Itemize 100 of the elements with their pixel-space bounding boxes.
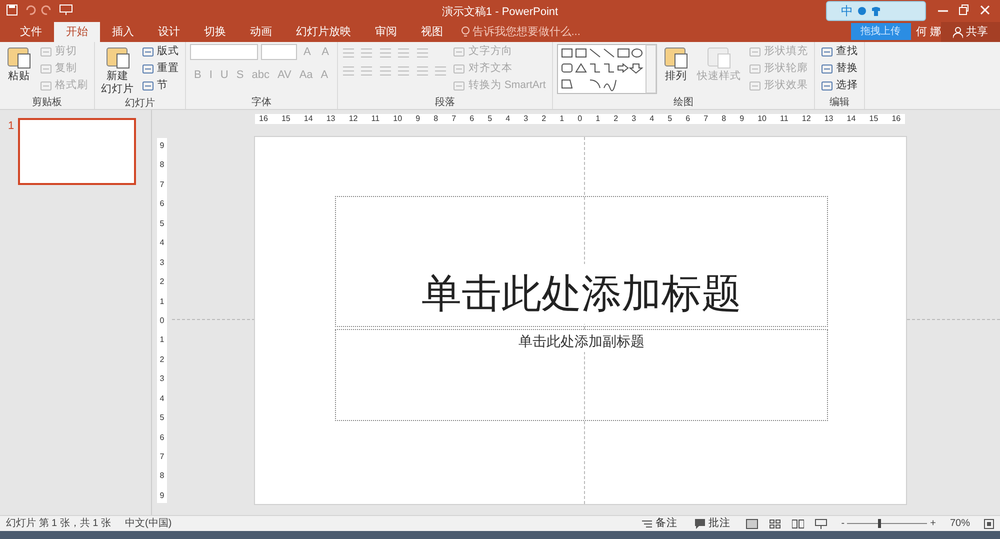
slide-thumbnail[interactable] [18, 118, 136, 185]
ruler-number: 4 [160, 394, 164, 403]
paragraph-icon[interactable] [360, 47, 374, 59]
ruler-number: 5 [488, 114, 492, 124]
notes-icon [642, 518, 652, 528]
ruler-number: 2 [542, 114, 546, 124]
ruler-number: 12 [802, 114, 811, 124]
ribbon-tab[interactable]: 审阅 [363, 22, 409, 42]
paragraph-icon[interactable] [378, 47, 392, 59]
group-label: 字体 [250, 96, 272, 109]
zoom-slider-thumb[interactable] [878, 519, 882, 528]
command-icon [820, 46, 833, 58]
title-placeholder[interactable]: 单击此处添加标题 [335, 196, 828, 327]
subtitle-placeholder[interactable]: 单击此处添加副标题 [335, 329, 828, 421]
command-icon [820, 80, 833, 92]
reading-view-icon[interactable] [792, 518, 804, 528]
ribbon-button[interactable]: 节 [140, 78, 181, 94]
ribbon-tab[interactable]: 视图 [409, 22, 455, 42]
ruler-number: 13 [824, 114, 834, 124]
person-icon [953, 26, 964, 38]
ruler-number: 1 [560, 114, 564, 124]
ruler-number: 6 [470, 114, 474, 124]
ruler-number: 16 [259, 114, 268, 124]
paragraph-icon[interactable] [378, 65, 392, 77]
font-size-field[interactable] [260, 44, 297, 60]
notes-button[interactable]: 备注 [640, 516, 680, 532]
ribbon-tab[interactable]: 幻灯片放映 [284, 22, 363, 42]
zoom-out-button[interactable]: - [841, 516, 845, 531]
paragraph-icon[interactable] [360, 65, 374, 77]
ruler-number: 8 [160, 160, 164, 170]
slide-sorter-icon[interactable] [769, 518, 782, 528]
ribbon-tab[interactable]: 动画 [238, 22, 284, 42]
ruler-number: 13 [326, 114, 336, 124]
paragraph-icon[interactable] [434, 65, 448, 77]
tell-me-field[interactable]: 告诉我您想要做什么... [460, 24, 580, 42]
comments-button[interactable]: 批注 [693, 516, 732, 532]
ribbon-button[interactable]: 重置 [140, 61, 181, 77]
group-label: 剪贴板 [31, 96, 63, 109]
shapes-gallery[interactable] [556, 44, 657, 94]
ruler-number: 1 [596, 114, 600, 124]
command-icon [453, 46, 466, 58]
ruler-number: 7 [704, 114, 708, 124]
ruler-number: 0 [578, 114, 582, 124]
close-icon[interactable] [980, 4, 990, 16]
zoom-level[interactable]: 70% [950, 516, 970, 531]
ruler-number: 16 [892, 114, 901, 124]
redo-icon[interactable] [41, 4, 53, 16]
restore-icon[interactable] [959, 4, 969, 16]
ribbon-tab[interactable]: 切换 [192, 22, 238, 42]
ruler-number: 3 [160, 258, 164, 267]
group-label: 绘图 [672, 96, 694, 109]
shirt-icon [871, 6, 881, 16]
ruler-number: 7 [160, 180, 164, 189]
zoom-in-button[interactable]: + [930, 516, 936, 531]
ribbon-tab[interactable]: 开始 [54, 22, 100, 42]
command-icon [748, 80, 761, 92]
ruler-number: 3 [632, 114, 636, 124]
ruler-number: 8 [160, 471, 164, 480]
paragraph-icon[interactable] [397, 47, 410, 59]
ruler-number: 15 [281, 114, 290, 124]
ribbon-button[interactable]: 新建 幻灯片 [99, 44, 136, 96]
ribbon-button[interactable]: 替换 [818, 61, 860, 77]
ribbon-button[interactable]: 选择 [818, 78, 860, 94]
comment-icon [695, 518, 706, 528]
slide-counter: 幻灯片 第 1 张，共 1 张 [6, 516, 112, 531]
paragraph-icon[interactable] [416, 65, 429, 77]
ime-toolbar[interactable]: 中 [826, 1, 926, 21]
ime-mode: 中 [841, 3, 853, 20]
ribbon-tab[interactable]: 文件 [8, 22, 54, 42]
slideshow-icon[interactable] [58, 4, 72, 16]
undo-icon[interactable] [24, 4, 36, 16]
ruler-number: 9 [740, 114, 744, 124]
upload-button[interactable]: 拖拽上传 [850, 23, 911, 40]
ruler-number: 6 [160, 199, 164, 208]
ribbon-button[interactable]: 排列 [660, 44, 691, 95]
normal-view-icon[interactable] [746, 518, 758, 528]
ruler-number: 0 [160, 316, 164, 325]
ruler-number: 8 [434, 114, 438, 124]
language-indicator[interactable]: 中文(中国) [125, 516, 172, 531]
ruler-number: 12 [348, 114, 358, 124]
ruler-number: 10 [758, 114, 766, 124]
group-label: 编辑 [828, 96, 850, 109]
ribbon-button[interactable]: 粘贴 [4, 44, 34, 95]
ruler-number: 5 [668, 114, 672, 124]
ribbon-button[interactable]: 查找 [818, 44, 860, 60]
slide-number: 1 [8, 119, 14, 134]
ribbon-tab[interactable]: 插入 [100, 22, 146, 42]
fit-slide-icon[interactable] [984, 518, 994, 528]
ruler-number: 11 [371, 114, 380, 124]
ribbon-tab[interactable]: 设计 [146, 22, 192, 42]
ribbon-button[interactable]: 版式 [140, 44, 181, 60]
command-icon [748, 46, 761, 58]
command-icon [748, 63, 761, 75]
share-button[interactable]: 共享 [941, 22, 1000, 42]
user-name[interactable]: 何 娜 [916, 24, 942, 42]
paragraph-icon[interactable] [416, 47, 429, 59]
slideshow-icon[interactable] [815, 518, 828, 528]
paragraph-icon[interactable] [397, 65, 410, 77]
save-icon[interactable] [6, 4, 18, 16]
window-title: 演示文稿1 - PowerPoint [442, 4, 558, 20]
